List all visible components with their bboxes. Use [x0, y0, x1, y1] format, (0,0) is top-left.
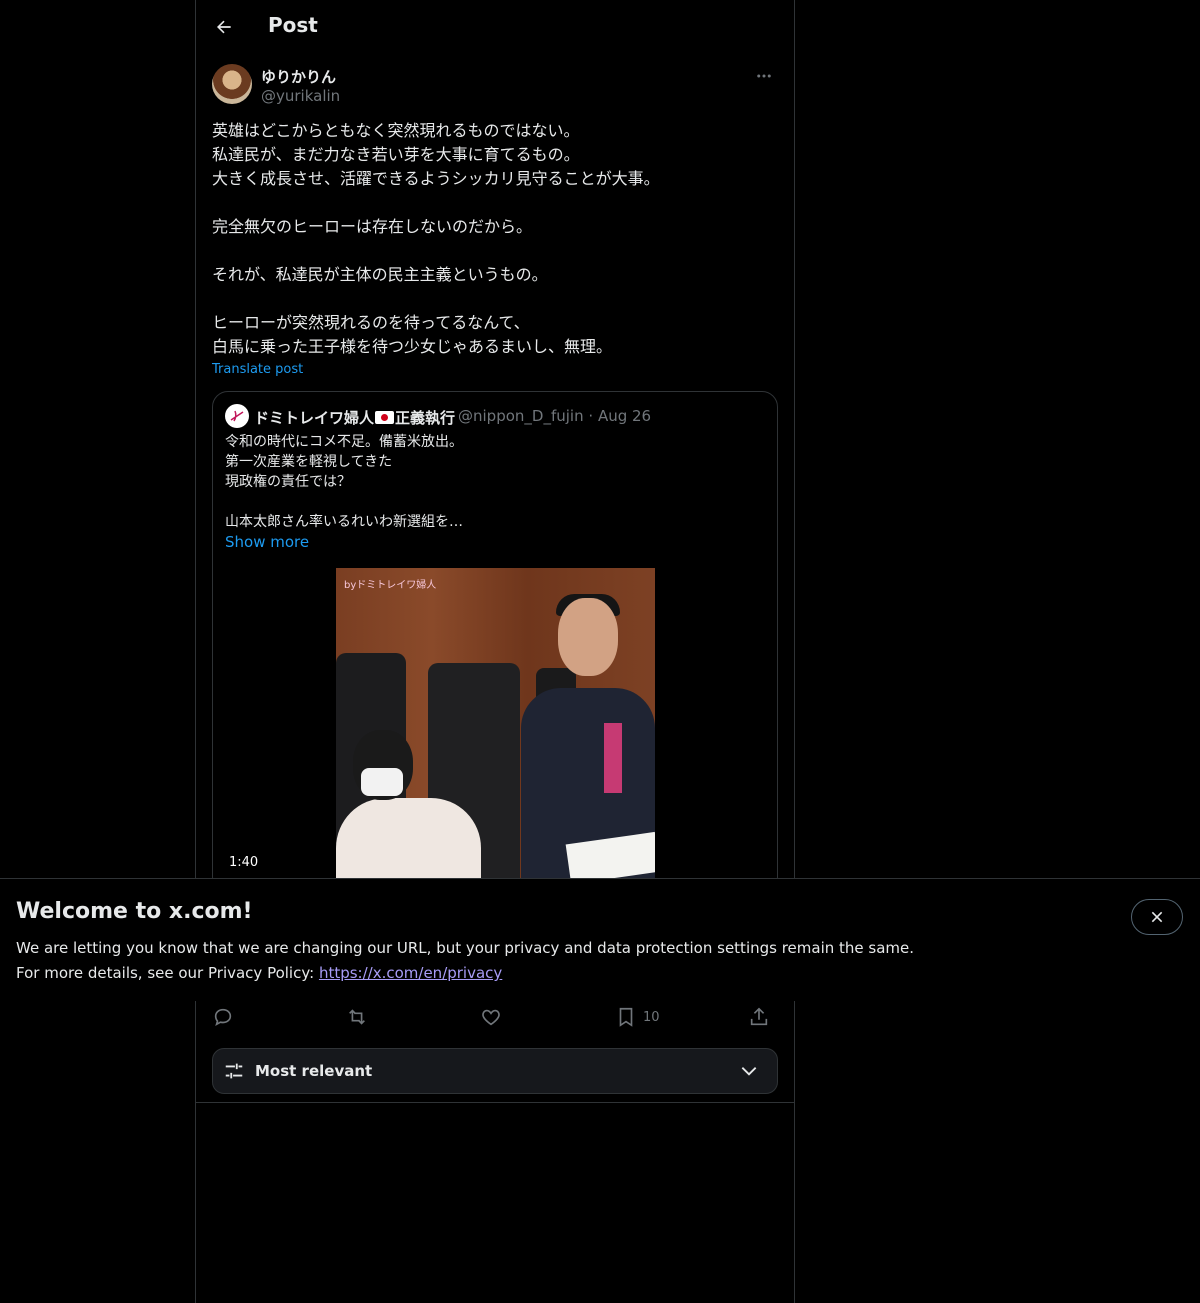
post-line: 私達民が、まだ力なき若い芽を大事に育てるもの。 [212, 145, 580, 164]
welcome-banner: Welcome to x.com! We are letting you kno… [0, 878, 1200, 1001]
post-line: 大きく成長させ、活躍できるようシッカリ見守ることが大事。 [212, 169, 660, 188]
repost-icon [349, 1009, 365, 1025]
banner-line: We are letting you know that we are chan… [16, 939, 915, 957]
heart-icon [482, 1009, 500, 1026]
close-banner-button[interactable] [1131, 899, 1183, 935]
post-line: 完全無欠のヒーローは存在しないのだから。 [212, 217, 533, 236]
quoted-name-part2: 正義執行 [395, 409, 456, 427]
page-title: Post [268, 13, 318, 37]
post-line: ヒーローが突然現れるのを待ってるなんて、 [212, 313, 530, 332]
meta-separator: · [588, 407, 594, 425]
sort-label: Most relevant [255, 1062, 373, 1080]
avatar[interactable] [212, 64, 252, 104]
more-options-button[interactable] [750, 64, 778, 88]
quoted-post[interactable]: ドミトレイワ婦人 正義執行 @nippon_D_fujin · Aug 26 令和… [212, 391, 778, 893]
video-duration: 1:40 [225, 855, 263, 870]
reply-button[interactable] [212, 1002, 234, 1032]
banner-title: Welcome to x.com! [16, 899, 253, 924]
reply-sort-dropdown[interactable]: Most relevant [212, 1048, 778, 1094]
quoted-date: Aug 26 [597, 407, 652, 425]
quoted-avatar [225, 404, 249, 428]
post-line: 英雄はどこからともなく突然現れるものではない。 [212, 121, 580, 140]
sliders-icon [225, 1063, 243, 1079]
quoted-line: 山本太郎さん率いるれいわ新選組を… [225, 514, 463, 530]
quoted-text: 令和の時代にコメ不足。備蓄米放出。 第一次産業を軽視してきた 現政権の責任では？… [225, 432, 765, 532]
privacy-policy-link[interactable]: https://x.com/en/privacy [319, 964, 502, 982]
post-text: 英雄はどこからともなく突然現れるものではない。 私達民が、まだ力なき若い芽を大事… [212, 119, 782, 359]
banner-line-prefix: For more details, see our Privacy Policy… [16, 964, 319, 982]
quoted-meta: @nippon_D_fujin · Aug 26 [458, 407, 651, 425]
repost-button[interactable] [346, 1002, 368, 1032]
video-watermark: byドミトレイワ婦人 [344, 580, 437, 591]
bookmark-button[interactable]: 10 [615, 1002, 660, 1032]
more-horizontal-icon [757, 74, 771, 78]
author-handle[interactable]: @yurikalin [261, 87, 340, 105]
bookmark-count: 10 [643, 1009, 660, 1025]
quoted-line: 第一次産業を軽視してきた [225, 454, 393, 470]
post-line: 白馬に乗った王子様を待つ少女じゃあるまいし、無理。 [212, 337, 613, 356]
share-icon [750, 1007, 768, 1026]
back-button[interactable] [208, 11, 240, 43]
show-more-link[interactable]: Show more [225, 533, 309, 551]
reply-icon [214, 1008, 232, 1027]
banner-line: For more details, see our Privacy Policy… [16, 961, 914, 986]
action-bar: 10 [212, 1002, 778, 1032]
bookmark-icon [619, 1007, 633, 1027]
page-header: Post [196, 0, 794, 54]
share-button[interactable] [748, 1002, 770, 1032]
arrow-left-icon [217, 20, 231, 34]
close-icon [1151, 911, 1163, 923]
video-thumbnail[interactable]: byドミトレイワ婦人 [336, 568, 655, 892]
post-line: それが、私達民が主体の民主主義というもの。 [212, 265, 548, 284]
like-button[interactable] [480, 1002, 502, 1032]
quoted-handle: @nippon_D_fujin [458, 407, 584, 425]
quoted-line: 現政権の責任では？ [225, 474, 351, 490]
japan-flag-icon [375, 411, 395, 424]
chevron-down-icon [741, 1067, 757, 1076]
main-column: Post ゆりかりん @yurikalin 英雄はどこからともなく突然現れるもの… [195, 0, 795, 1303]
quoted-name-part1: ドミトレイワ婦人 [254, 409, 375, 427]
quoted-line: 令和の時代にコメ不足。備蓄米放出。 [225, 434, 463, 450]
divider [196, 1102, 794, 1103]
translate-post-link[interactable]: Translate post [212, 362, 303, 377]
quoted-display-name: ドミトレイワ婦人 正義執行 [254, 407, 455, 428]
banner-body: We are letting you know that we are chan… [16, 936, 914, 986]
logo-icon [230, 410, 244, 422]
post-author: ゆりかりん @yurikalin [212, 64, 778, 108]
author-display-name[interactable]: ゆりかりん [261, 66, 336, 87]
